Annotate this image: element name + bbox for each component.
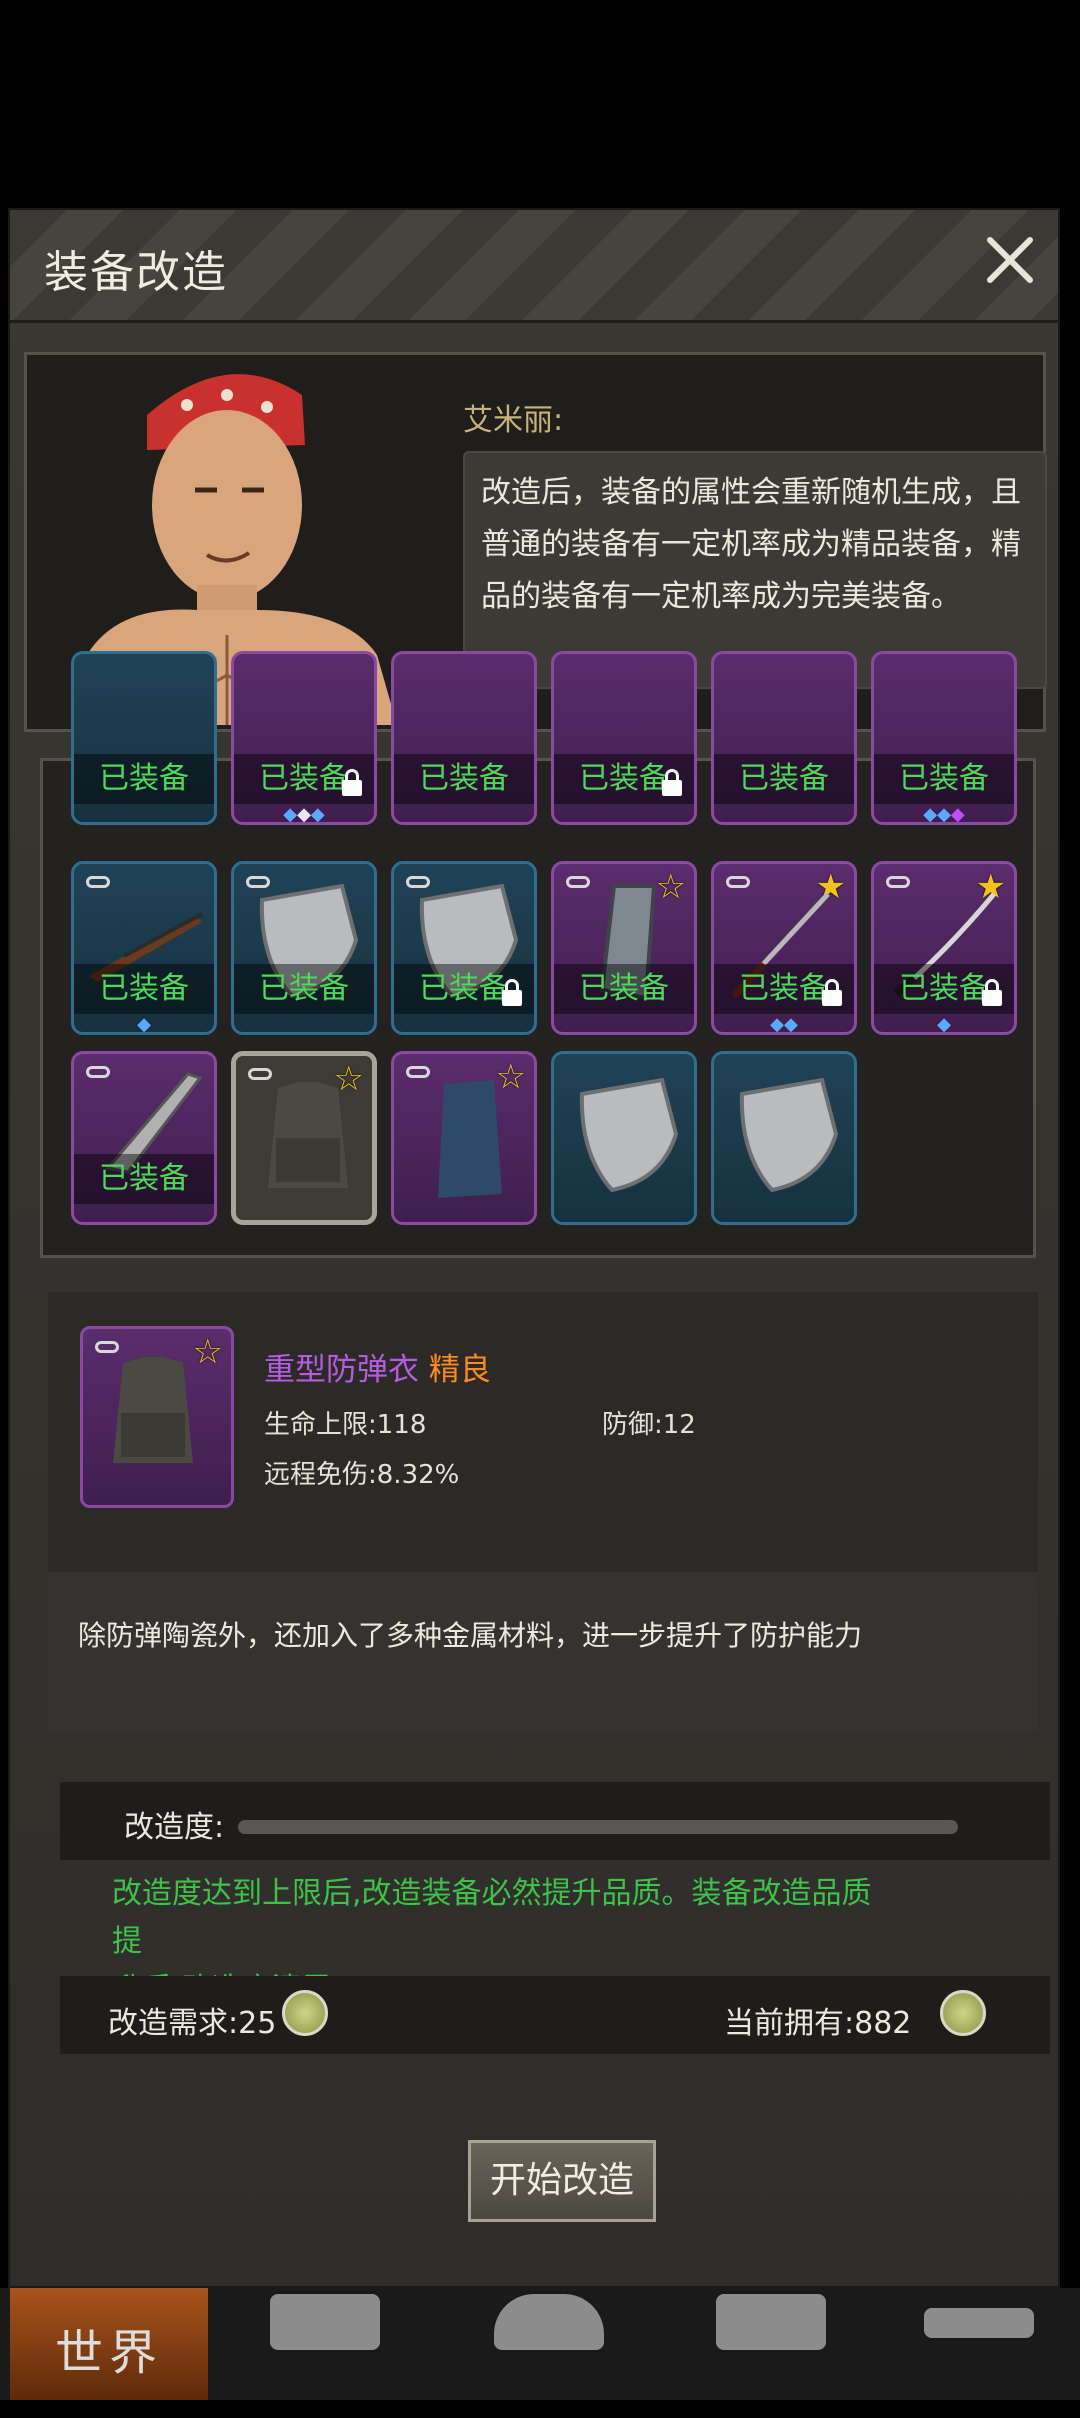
equipment-slot-machete[interactable]: 已装备: [71, 1051, 217, 1225]
equipment-slot-armor[interactable]: ☆: [391, 1051, 537, 1225]
owned-text: 当前拥有:882: [724, 1998, 911, 2042]
item-description: 除防弹陶瓷外，还加入了多种金属材料，进一步提升了防护能力: [78, 1619, 863, 1652]
gem-sockets: ◆: [137, 1014, 151, 1035]
progress-row: 改造度:: [60, 1782, 1050, 1860]
cost-value: 25: [238, 2006, 277, 2041]
stat-value: 118: [376, 1410, 427, 1440]
gem-sockets: ◆: [937, 1014, 951, 1035]
armor-icon: [438, 1080, 502, 1198]
bulletproof-vest-icon: [268, 1082, 348, 1188]
shield-icon: [579, 1077, 679, 1193]
cost-row: 改造需求:25 当前拥有:882: [60, 1976, 1050, 2054]
equipment-grid: 已装备 已装备 ◆◆◆ 已装备 已装备 已装备 已装备 ◆◆◆ 已装备 ◆ 已装…: [40, 651, 1036, 1258]
equipment-slot[interactable]: 已装备 ◆◆◆: [871, 651, 1017, 825]
character-icon[interactable]: [494, 2294, 604, 2350]
stat-value: 8.32%: [376, 1460, 460, 1490]
start-modify-button[interactable]: 开始改造: [468, 2140, 656, 2222]
equipment-slot-shield[interactable]: [711, 1051, 857, 1225]
lock-icon: [342, 769, 362, 796]
cost-text: 改造需求:25: [108, 1998, 276, 2042]
cost-label: 改造需求:: [108, 2006, 239, 2041]
gem-sockets: ◆◆: [770, 1014, 798, 1035]
equipped-label: 已装备: [74, 754, 214, 804]
equipment-modify-dialog: 装备改造 艾米丽: 改造后，装备的属性会重新随机生成，且 普通的装备有一定机率成…: [8, 208, 1060, 2288]
owned-value: 882: [854, 2006, 912, 2041]
equipped-label: 已装备: [874, 754, 1014, 804]
item-detail-panel: ☆ 重型防弹衣 精良 生命上限:118 防御:12 远程免伤:8.32%: [48, 1292, 1038, 1572]
gem-sockets: ◆◆◆: [283, 804, 325, 825]
equipment-slot-vest-selected[interactable]: ☆: [231, 1051, 377, 1225]
dialog-header: 装备改造: [10, 210, 1058, 323]
coin-icon: [940, 1990, 986, 2036]
equipment-slot-riot-shield[interactable]: ☆ 已装备: [551, 861, 697, 1035]
equipped-label: 已装备: [714, 754, 854, 804]
gem-sockets: ◆◆◆: [923, 804, 965, 825]
equipped-label: 已装备: [74, 964, 214, 1014]
dialogue-line: 品的装备有一定机率成为完美装备。: [481, 579, 961, 614]
equipment-slot-shield[interactable]: 已装备: [231, 861, 377, 1035]
progress-label: 改造度:: [124, 1810, 225, 1845]
shield-icon: [739, 1077, 839, 1193]
lock-icon: [662, 769, 682, 796]
equipped-label: 已装备: [394, 754, 534, 804]
building-icon[interactable]: [716, 2294, 826, 2350]
backpack-icon[interactable]: [270, 2294, 380, 2350]
dialogue-line: 普通的装备有一定机率成为精品装备，精: [481, 527, 1021, 562]
bulletproof-vest-icon: [113, 1357, 193, 1463]
link-icon: [86, 876, 110, 888]
equipment-slot[interactable]: 已装备: [711, 651, 857, 825]
equipment-slot-shield[interactable]: 已装备: [391, 861, 537, 1035]
owned-label: 当前拥有:: [724, 2006, 855, 2041]
stat-hp: 生命上限:118: [264, 1404, 426, 1441]
item-quality: 精良: [428, 1352, 491, 1388]
lock-icon: [502, 979, 522, 1006]
note-line: 改造度达到上限后,改造装备必然提升品质。装备改造品质提: [112, 1876, 872, 1959]
equipped-label: 已装备: [554, 964, 694, 1014]
link-icon: [566, 876, 590, 888]
stat-label: 生命上限:: [264, 1410, 377, 1440]
lock-icon: [822, 979, 842, 1006]
stat-ranged-reduction: 远程免伤:8.32%: [264, 1454, 459, 1491]
dialog-title: 装备改造: [44, 247, 228, 298]
equipment-slot[interactable]: 已装备 ◆◆◆: [231, 651, 377, 825]
stat-value: 12: [662, 1410, 696, 1440]
stat-label: 远程免伤:: [264, 1460, 377, 1490]
progress-bar: [238, 1820, 958, 1834]
cart-icon[interactable]: [924, 2308, 1034, 2338]
coin-icon: [282, 1990, 328, 2036]
stat-defense: 防御:12: [602, 1404, 696, 1441]
item-title: 重型防弹衣 精良: [264, 1344, 491, 1389]
bottom-nav: 世界: [0, 2288, 1080, 2400]
link-icon: [95, 1341, 119, 1353]
equipment-slot-shield[interactable]: [551, 1051, 697, 1225]
equipped-label: 已装备: [234, 964, 374, 1014]
close-icon[interactable]: [980, 230, 1040, 290]
equipment-slot-spear[interactable]: ★ 已装备 ◆◆: [711, 861, 857, 1035]
lock-icon: [982, 979, 1002, 1006]
item-thumbnail: ☆: [80, 1326, 234, 1508]
equipment-slot-katana[interactable]: ★ 已装备 ◆: [871, 861, 1017, 1035]
equipped-label: 已装备: [74, 1154, 214, 1204]
npc-name: 艾米丽:: [463, 403, 564, 438]
equipment-slot[interactable]: 已装备: [71, 651, 217, 825]
stat-label: 防御:: [602, 1410, 663, 1440]
equipment-slot-rifle[interactable]: 已装备 ◆: [71, 861, 217, 1035]
nav-world-tab[interactable]: 世界: [10, 2288, 208, 2400]
item-description-panel: 除防弹陶瓷外，还加入了多种金属材料，进一步提升了防护能力: [48, 1572, 1038, 1732]
dialogue-line: 改造后，装备的属性会重新随机生成，且: [481, 475, 1021, 510]
item-name: 重型防弹衣: [264, 1352, 419, 1388]
equipment-slot[interactable]: 已装备: [551, 651, 697, 825]
equipment-slot[interactable]: 已装备: [391, 651, 537, 825]
